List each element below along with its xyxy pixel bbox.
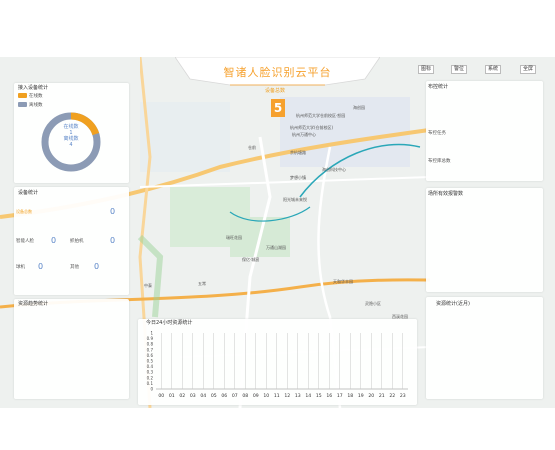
map-label: 梦想小镇	[290, 175, 306, 180]
x-tick-label: 18	[347, 393, 353, 399]
map-label: 海创科技中心	[322, 167, 346, 172]
map-label: 杭州师范大学仓前校区·恕园	[296, 113, 346, 118]
map-label: 杭州师范大学(仓前校区)	[290, 125, 334, 130]
map-label: 中泰	[144, 283, 152, 288]
resource-monthly-title: 资源统计(近月)	[436, 301, 470, 307]
x-tick-label: 22	[389, 393, 395, 399]
online-legend-swatch	[18, 93, 27, 98]
x-tick-label: 20	[368, 393, 374, 399]
app-stage: 杭州师范大学仓前校区·恕园 杭州师范大学(仓前校区) 海创园 杭州万通中心 仓前…	[0, 57, 555, 408]
map-label: 灵隐小区	[365, 301, 381, 306]
alarm-button[interactable]: 警位	[451, 65, 467, 74]
device-item-value: 0	[110, 207, 116, 216]
y-tick-label: 0.2	[147, 375, 154, 380]
device-total-badge: 5	[271, 99, 285, 117]
x-tick-label: 15	[316, 393, 322, 399]
device-item-value: 0	[94, 262, 100, 271]
fullscreen-button[interactable]: 全屏	[520, 65, 536, 74]
alarm-stats-title: 场所有效报警数	[428, 191, 464, 197]
device-item-label: 其他	[70, 265, 79, 270]
deploy-stats-panel: 布控统计 布控任务 布控库总数	[426, 81, 543, 181]
x-tick-label: 21	[379, 393, 385, 399]
map-label: 余杭塘路	[290, 150, 306, 155]
offline-legend-label: 离线数	[29, 103, 43, 108]
donut-offline-value: 4	[69, 142, 73, 148]
x-tick-label: 06	[221, 393, 227, 399]
access-stats-panel: 接入设备统计 在线数 离线数 在线数 1 离线数 4	[14, 83, 129, 183]
map-label: 海创园	[353, 105, 365, 110]
hourly-chart-title: 今日24小时资源统计	[146, 320, 193, 326]
hourly-bar-chart: 10.90.80.70.60.50.40.30.20.1000 01 02 03 04 0…	[147, 331, 408, 399]
x-tick-label: 14	[305, 393, 311, 399]
resource-monthly-panel: 资源统计(近月)	[426, 297, 543, 399]
deploy-item-label: 布控任务	[428, 131, 446, 136]
x-tick-label: 07	[232, 393, 238, 399]
x-tick-label: 11	[274, 393, 280, 399]
x-tick-label: 08	[242, 393, 248, 399]
x-tick-label: 09	[253, 393, 259, 399]
x-tick-label: 03	[190, 393, 196, 399]
device-stats-title: 设备统计	[18, 190, 39, 196]
access-stats-title: 接入设备统计	[18, 85, 49, 91]
deploy-item-label: 布控库总数	[428, 159, 451, 164]
resource-trend-title: 资源趋势统计	[18, 301, 49, 307]
device-item-value: 0	[38, 262, 44, 271]
x-tick-label: 13	[295, 393, 301, 399]
offline-legend-swatch	[18, 102, 27, 107]
x-tick-label: 05	[211, 393, 217, 399]
map-label: 五常	[198, 281, 206, 286]
device-item-label: 设备总数	[16, 209, 32, 214]
x-tick-label: 04	[200, 393, 206, 399]
device-item-value: 0	[51, 236, 57, 245]
x-tick-label: 12	[284, 393, 290, 399]
device-item-label: 球机	[16, 265, 25, 270]
device-item-label: 智能人脸	[16, 239, 34, 244]
donut-center-text: 在线数 1 离线数 4	[40, 124, 102, 148]
x-tick-label: 00	[158, 393, 164, 399]
alarm-stats-panel: 场所有效报警数	[426, 188, 543, 292]
map-label: 天和华丰园	[333, 279, 353, 284]
device-item-value: 0	[110, 236, 116, 245]
y-tick-label: 0.3	[147, 370, 154, 375]
system-button[interactable]: 系统	[485, 65, 501, 74]
y-tick-label: 0.8	[147, 342, 154, 347]
resource-trend-panel: 资源趋势统计	[14, 299, 129, 399]
device-stats-panel: 设备统计 设备总数 0 智能人脸 0 抓拍机 0 球机 0 其他 0	[14, 187, 129, 295]
y-tick-label: 0.7	[147, 347, 154, 352]
y-tick-label: 0.4	[147, 364, 154, 369]
x-tick-label: 16	[326, 393, 332, 399]
y-tick-label: 0.9	[147, 336, 154, 341]
x-tick-label: 02	[179, 393, 185, 399]
hourly-chart-panel: 今日24小时资源统计 1 0.9 0.8 0.7 0.6 0.5 0.4 0.3 0.2 0.1 0…	[138, 319, 417, 405]
x-tick-label: 10	[263, 393, 269, 399]
y-tick-label: 0	[150, 387, 153, 392]
map-label: 保亿·城宸	[242, 257, 260, 262]
online-legend-label: 在线数	[29, 94, 43, 99]
title-bar: 智诸人脸识别云平台 设备总数 5	[175, 57, 380, 117]
x-tick-label: 01	[169, 393, 175, 399]
map-label: 杭州万通中心	[292, 132, 316, 137]
y-tick-label: 0.5	[147, 359, 154, 364]
y-tick-label: 1	[150, 331, 153, 336]
y-tick-label: 0.1	[147, 381, 154, 386]
map-label: 阳光城未来悦	[283, 197, 307, 202]
x-tick-label: 19	[358, 393, 364, 399]
device-item-label: 抓拍机	[70, 239, 84, 244]
icon-button[interactable]: 图标	[418, 65, 434, 74]
x-tick-label: 23	[400, 393, 406, 399]
map-label: 万通山湖园	[266, 245, 286, 250]
x-tick-label: 17	[337, 393, 343, 399]
deploy-stats-title: 布控统计	[428, 84, 449, 90]
device-total-label: 设备总数	[265, 88, 286, 94]
map-label: 仓前	[248, 145, 256, 150]
y-tick-label: 0.6	[147, 353, 154, 358]
page-title: 智诸人脸识别云平台	[223, 66, 332, 79]
map-label: 瑞旺花园	[226, 235, 242, 240]
